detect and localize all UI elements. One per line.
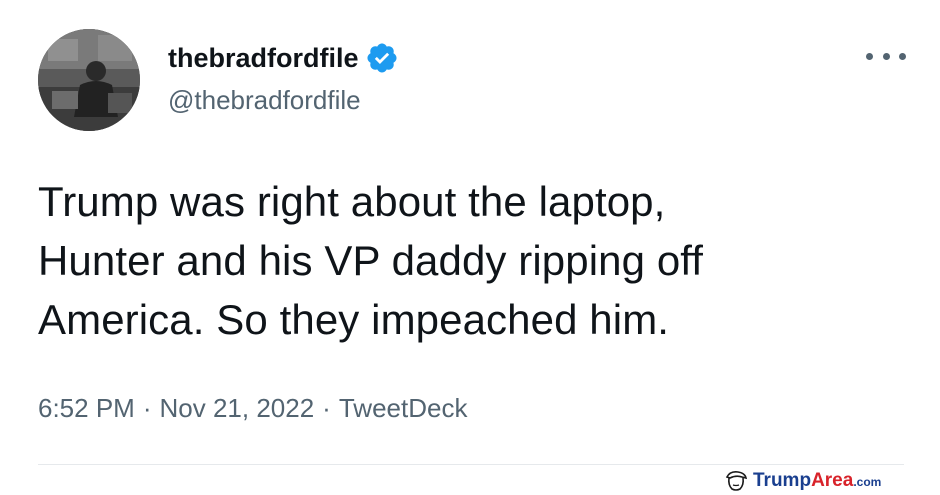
author-name-row: thebradfordfile [168,40,399,76]
tweet-card: thebradfordfile @thebradfordfile Trump w… [0,0,940,495]
divider [38,464,904,465]
dot [899,52,906,60]
verified-badge-icon [365,41,399,75]
avatar[interactable] [38,29,140,131]
tweet-text-line: America. So they impeached him. [38,296,670,343]
meta-separator: · [322,393,331,423]
watermark-text-part: .com [853,474,882,489]
display-name[interactable]: thebradfordfile [168,40,359,76]
trump-face-icon [725,471,748,491]
tweet-date[interactable]: Nov 21, 2022 [160,393,315,423]
dot [866,52,873,60]
author-handle[interactable]: @thebradfordfile [168,83,361,117]
tweet-text: Trump was right about the laptop, Hunter… [38,172,898,349]
avatar-photo [38,29,140,131]
tweet-metadata: 6:52 PM · Nov 21, 2022 · TweetDeck [38,390,467,426]
tweet-source[interactable]: TweetDeck [339,393,468,423]
watermark-text-part: Trump [753,469,812,491]
meta-separator: · [142,393,152,423]
dot [882,52,890,60]
watermark-logo: TrumpArea.com [724,469,881,493]
watermark-text: TrumpArea.com [753,470,881,493]
watermark-text-part: Area [811,469,854,491]
more-options-icon[interactable] [866,44,906,68]
tweet-text-line: Trump was right about the laptop, [38,178,666,225]
tweet-time[interactable]: 6:52 PM [38,393,135,423]
tweet-text-line: Hunter and his VP daddy ripping off [38,237,704,284]
